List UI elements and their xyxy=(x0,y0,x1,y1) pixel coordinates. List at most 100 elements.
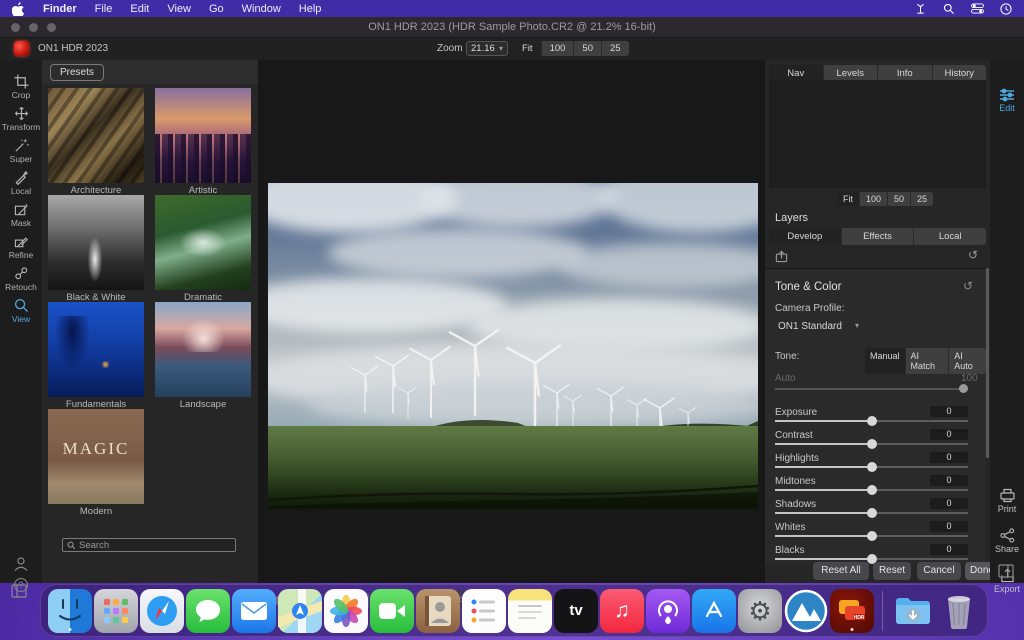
highlights-slider-knob[interactable] xyxy=(867,462,877,472)
preset-artistic[interactable]: Artistic xyxy=(155,88,251,196)
preset-architecture-thumbnail xyxy=(48,88,144,183)
tool-local[interactable]: Local xyxy=(0,170,42,196)
reset-button[interactable]: Reset xyxy=(873,562,911,580)
preset-architecture[interactable]: Architecture xyxy=(48,88,144,196)
camera-profile-dropdown[interactable]: ON1 Standard xyxy=(778,321,842,332)
dock-apple-tv-icon[interactable]: tv xyxy=(554,588,598,633)
menu-item-finder[interactable]: Finder xyxy=(34,3,86,15)
exposure-value[interactable]: 0 xyxy=(930,406,968,417)
panel-scrollbar[interactable] xyxy=(986,268,989,458)
tone-ai-match-button[interactable]: AI Match xyxy=(905,348,950,374)
dock-contacts-icon[interactable] xyxy=(416,588,460,633)
magic-wand-icon xyxy=(14,139,29,152)
view-magnifier-icon xyxy=(14,298,28,313)
reset-develop-icon[interactable]: ↺ xyxy=(968,248,978,262)
exposure-slider-knob[interactable] xyxy=(867,416,877,426)
toggle-right-panel-icon[interactable] xyxy=(998,564,1014,578)
tone-ai-auto-button[interactable]: AI Auto xyxy=(949,348,986,374)
blacks-value[interactable]: 0 xyxy=(930,544,968,555)
tool-retouch[interactable]: Retouch xyxy=(0,266,42,292)
toggle-left-panel-icon[interactable] xyxy=(11,584,27,603)
dock-system-settings-icon[interactable]: ⚙ xyxy=(738,588,782,633)
preset-modern[interactable]: MAGIC Modern xyxy=(48,409,144,517)
zoom-50-button[interactable]: 50 xyxy=(574,41,602,56)
clock-icon[interactable] xyxy=(1000,2,1012,15)
edit-mode-button[interactable]: Edit xyxy=(990,88,1024,113)
dock-mail-icon[interactable] xyxy=(232,588,276,633)
dock-on1-photo-raw-icon[interactable] xyxy=(784,589,828,633)
presets-button[interactable]: Presets xyxy=(50,64,104,81)
whites-slider-knob[interactable] xyxy=(867,531,877,541)
shadows-value[interactable]: 0 xyxy=(930,498,968,509)
preset-landscape[interactable]: Landscape xyxy=(155,302,251,410)
menu-item-go[interactable]: Go xyxy=(200,3,233,15)
dock-facetime-icon[interactable] xyxy=(370,588,414,633)
tool-super[interactable]: Super xyxy=(0,138,42,164)
zoom-value-dropdown[interactable]: 21.16 ▾ xyxy=(466,41,508,56)
nav-100-button[interactable]: 100 xyxy=(860,192,889,206)
contrast-slider-knob[interactable] xyxy=(867,439,877,449)
zoom-fit-button[interactable]: Fit xyxy=(514,41,542,56)
dock-finder-icon[interactable] xyxy=(48,588,92,633)
menu-item-help[interactable]: Help xyxy=(290,3,331,15)
zoom-25-button[interactable]: 25 xyxy=(602,41,629,56)
navigator-preview[interactable] xyxy=(769,80,986,188)
apple-menu-icon[interactable] xyxy=(12,1,24,16)
dock-app-store-icon[interactable] xyxy=(692,588,736,633)
share-button[interactable]: Share xyxy=(990,528,1024,554)
account-icon[interactable] xyxy=(13,556,29,577)
search-input[interactable] xyxy=(79,539,229,551)
dock-photos-icon[interactable] xyxy=(324,588,368,633)
contrast-value[interactable]: 0 xyxy=(930,429,968,440)
tone-manual-button[interactable]: Manual xyxy=(865,348,906,374)
nav-25-button[interactable]: 25 xyxy=(911,192,934,206)
menu-item-file[interactable]: File xyxy=(86,3,122,15)
dock-music-icon[interactable]: ♫ xyxy=(600,588,644,633)
nav-fit-button[interactable]: Fit xyxy=(837,192,860,206)
preset-search-field[interactable] xyxy=(62,538,236,552)
preset-fundamentals[interactable]: Fundamentals xyxy=(48,302,144,410)
preset-dramatic[interactable]: Dramatic xyxy=(155,195,251,303)
dock-trash-icon[interactable] xyxy=(937,589,981,633)
zoom-100-button[interactable]: 100 xyxy=(541,41,575,56)
menu-item-view[interactable]: View xyxy=(158,3,200,15)
whites-value[interactable]: 0 xyxy=(930,521,968,532)
dock-launchpad-icon[interactable] xyxy=(94,588,138,633)
tool-crop[interactable]: Crop xyxy=(0,74,42,100)
dock-podcasts-icon[interactable] xyxy=(646,588,690,633)
auto-slider-value: 100 xyxy=(961,373,978,384)
cancel-button[interactable]: Cancel xyxy=(917,562,961,580)
tone-color-reset-icon[interactable]: ↺ xyxy=(963,279,973,293)
shadows-slider-knob[interactable] xyxy=(867,508,877,518)
dock-on1-hdr-icon[interactable]: HDR xyxy=(830,588,874,633)
tab-develop[interactable]: Develop xyxy=(769,228,842,245)
tab-local[interactable]: Local xyxy=(914,228,986,245)
dock-downloads-icon[interactable] xyxy=(891,589,935,633)
auto-slider-knob[interactable] xyxy=(959,384,968,393)
spotlight-search-icon[interactable] xyxy=(943,3,955,15)
tool-mask[interactable]: Mask xyxy=(0,202,42,228)
print-button[interactable]: Print xyxy=(990,488,1024,514)
tool-refine[interactable]: Refine xyxy=(0,234,42,260)
dock-reminders-icon[interactable] xyxy=(462,588,506,633)
reset-all-button[interactable]: Reset All xyxy=(813,562,869,580)
tool-view[interactable]: View xyxy=(0,298,42,324)
save-preset-icon[interactable] xyxy=(775,250,788,266)
search-icon xyxy=(67,541,76,549)
tool-transform[interactable]: Transform xyxy=(0,106,42,132)
dock-messages-icon[interactable] xyxy=(186,588,230,633)
menu-item-edit[interactable]: Edit xyxy=(121,3,158,15)
dock-safari-icon[interactable] xyxy=(140,588,184,633)
preset-black-white[interactable]: Black & White xyxy=(48,195,144,303)
dock-notes-icon[interactable] xyxy=(508,588,552,633)
midtones-slider-knob[interactable] xyxy=(867,485,877,495)
tab-effects[interactable]: Effects xyxy=(841,228,915,245)
menu-item-window[interactable]: Window xyxy=(233,3,290,15)
nav-50-button[interactable]: 50 xyxy=(888,192,912,206)
highlights-value[interactable]: 0 xyxy=(930,452,968,463)
midtones-value[interactable]: 0 xyxy=(930,475,968,486)
control-center-icon[interactable] xyxy=(971,3,984,14)
wifi-icon[interactable] xyxy=(914,3,927,15)
photo-wind-turbines[interactable] xyxy=(268,183,758,510)
dock-maps-icon[interactable] xyxy=(278,588,322,633)
